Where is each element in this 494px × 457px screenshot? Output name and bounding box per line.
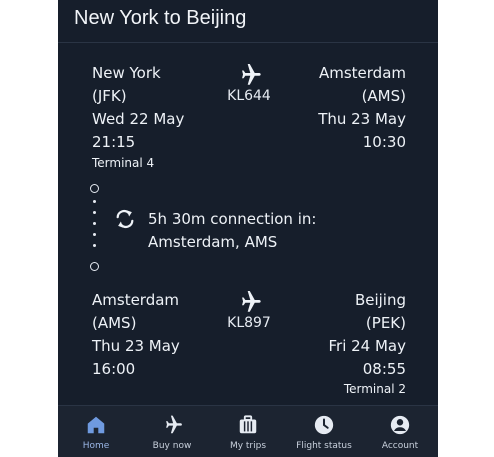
home-icon — [87, 416, 105, 434]
timeline-dot — [93, 244, 96, 247]
nav-account[interactable]: Account — [362, 406, 438, 457]
timeline-dot — [93, 233, 96, 236]
destination-time: 08:55 — [362, 360, 406, 378]
page-title: New York to Beijing — [74, 7, 247, 29]
nav-label: My trips — [229, 441, 267, 451]
connection-airport: Amsterdam, AMS — [148, 233, 278, 251]
destination-time: 10:30 — [362, 133, 406, 151]
nav-label: Buy now — [152, 441, 192, 451]
destination-date: Fri 24 May — [328, 337, 406, 355]
flight-number: KL644 — [227, 88, 271, 104]
destination-terminal: Terminal 2 — [343, 382, 406, 396]
transfer-icon — [116, 210, 134, 228]
timeline-end-circle — [90, 262, 99, 271]
nav-my-trips[interactable]: My trips — [210, 406, 286, 457]
nav-label: Account — [381, 441, 419, 451]
account-icon — [390, 415, 410, 435]
nav-label: Flight status — [296, 441, 352, 451]
destination-city: Amsterdam — [318, 64, 406, 82]
nav-label: Home — [82, 441, 110, 451]
origin-date: Thu 23 May — [92, 337, 180, 355]
timeline-dot — [93, 222, 96, 225]
nav-flight-status[interactable]: Flight status — [286, 406, 362, 457]
clock-icon — [314, 415, 334, 435]
phone-screen: New York to Beijing New York (JFK) Wed 2… — [58, 0, 438, 457]
timeline-dot — [93, 200, 96, 203]
plane-icon — [166, 415, 182, 434]
plane-icon — [242, 290, 261, 312]
connection-duration: 5h 30m connection in: — [148, 210, 317, 228]
timeline-dot — [93, 211, 96, 214]
origin-terminal: Terminal 4 — [92, 156, 155, 170]
bottom-nav: Home Buy now My trips Flight status Acco… — [58, 405, 438, 457]
plane-icon — [242, 63, 261, 85]
destination-code: (PEK) — [365, 314, 406, 332]
destination-code: (AMS) — [361, 87, 406, 105]
timeline-start-circle — [90, 184, 99, 193]
nav-home[interactable]: Home — [58, 406, 134, 457]
origin-date: Wed 22 May — [92, 110, 185, 128]
flight-number: KL897 — [227, 315, 271, 331]
origin-code: (AMS) — [92, 314, 137, 332]
origin-code: (JFK) — [92, 87, 127, 105]
app-header: New York to Beijing — [58, 0, 438, 43]
origin-time: 16:00 — [92, 360, 136, 378]
origin-time: 21:15 — [92, 133, 136, 151]
origin-city: New York — [92, 64, 161, 82]
destination-date: Thu 23 May — [318, 110, 406, 128]
destination-city: Beijing — [354, 291, 406, 309]
suitcase-icon — [239, 415, 257, 434]
origin-city: Amsterdam — [92, 291, 180, 309]
nav-buy-now[interactable]: Buy now — [134, 406, 210, 457]
